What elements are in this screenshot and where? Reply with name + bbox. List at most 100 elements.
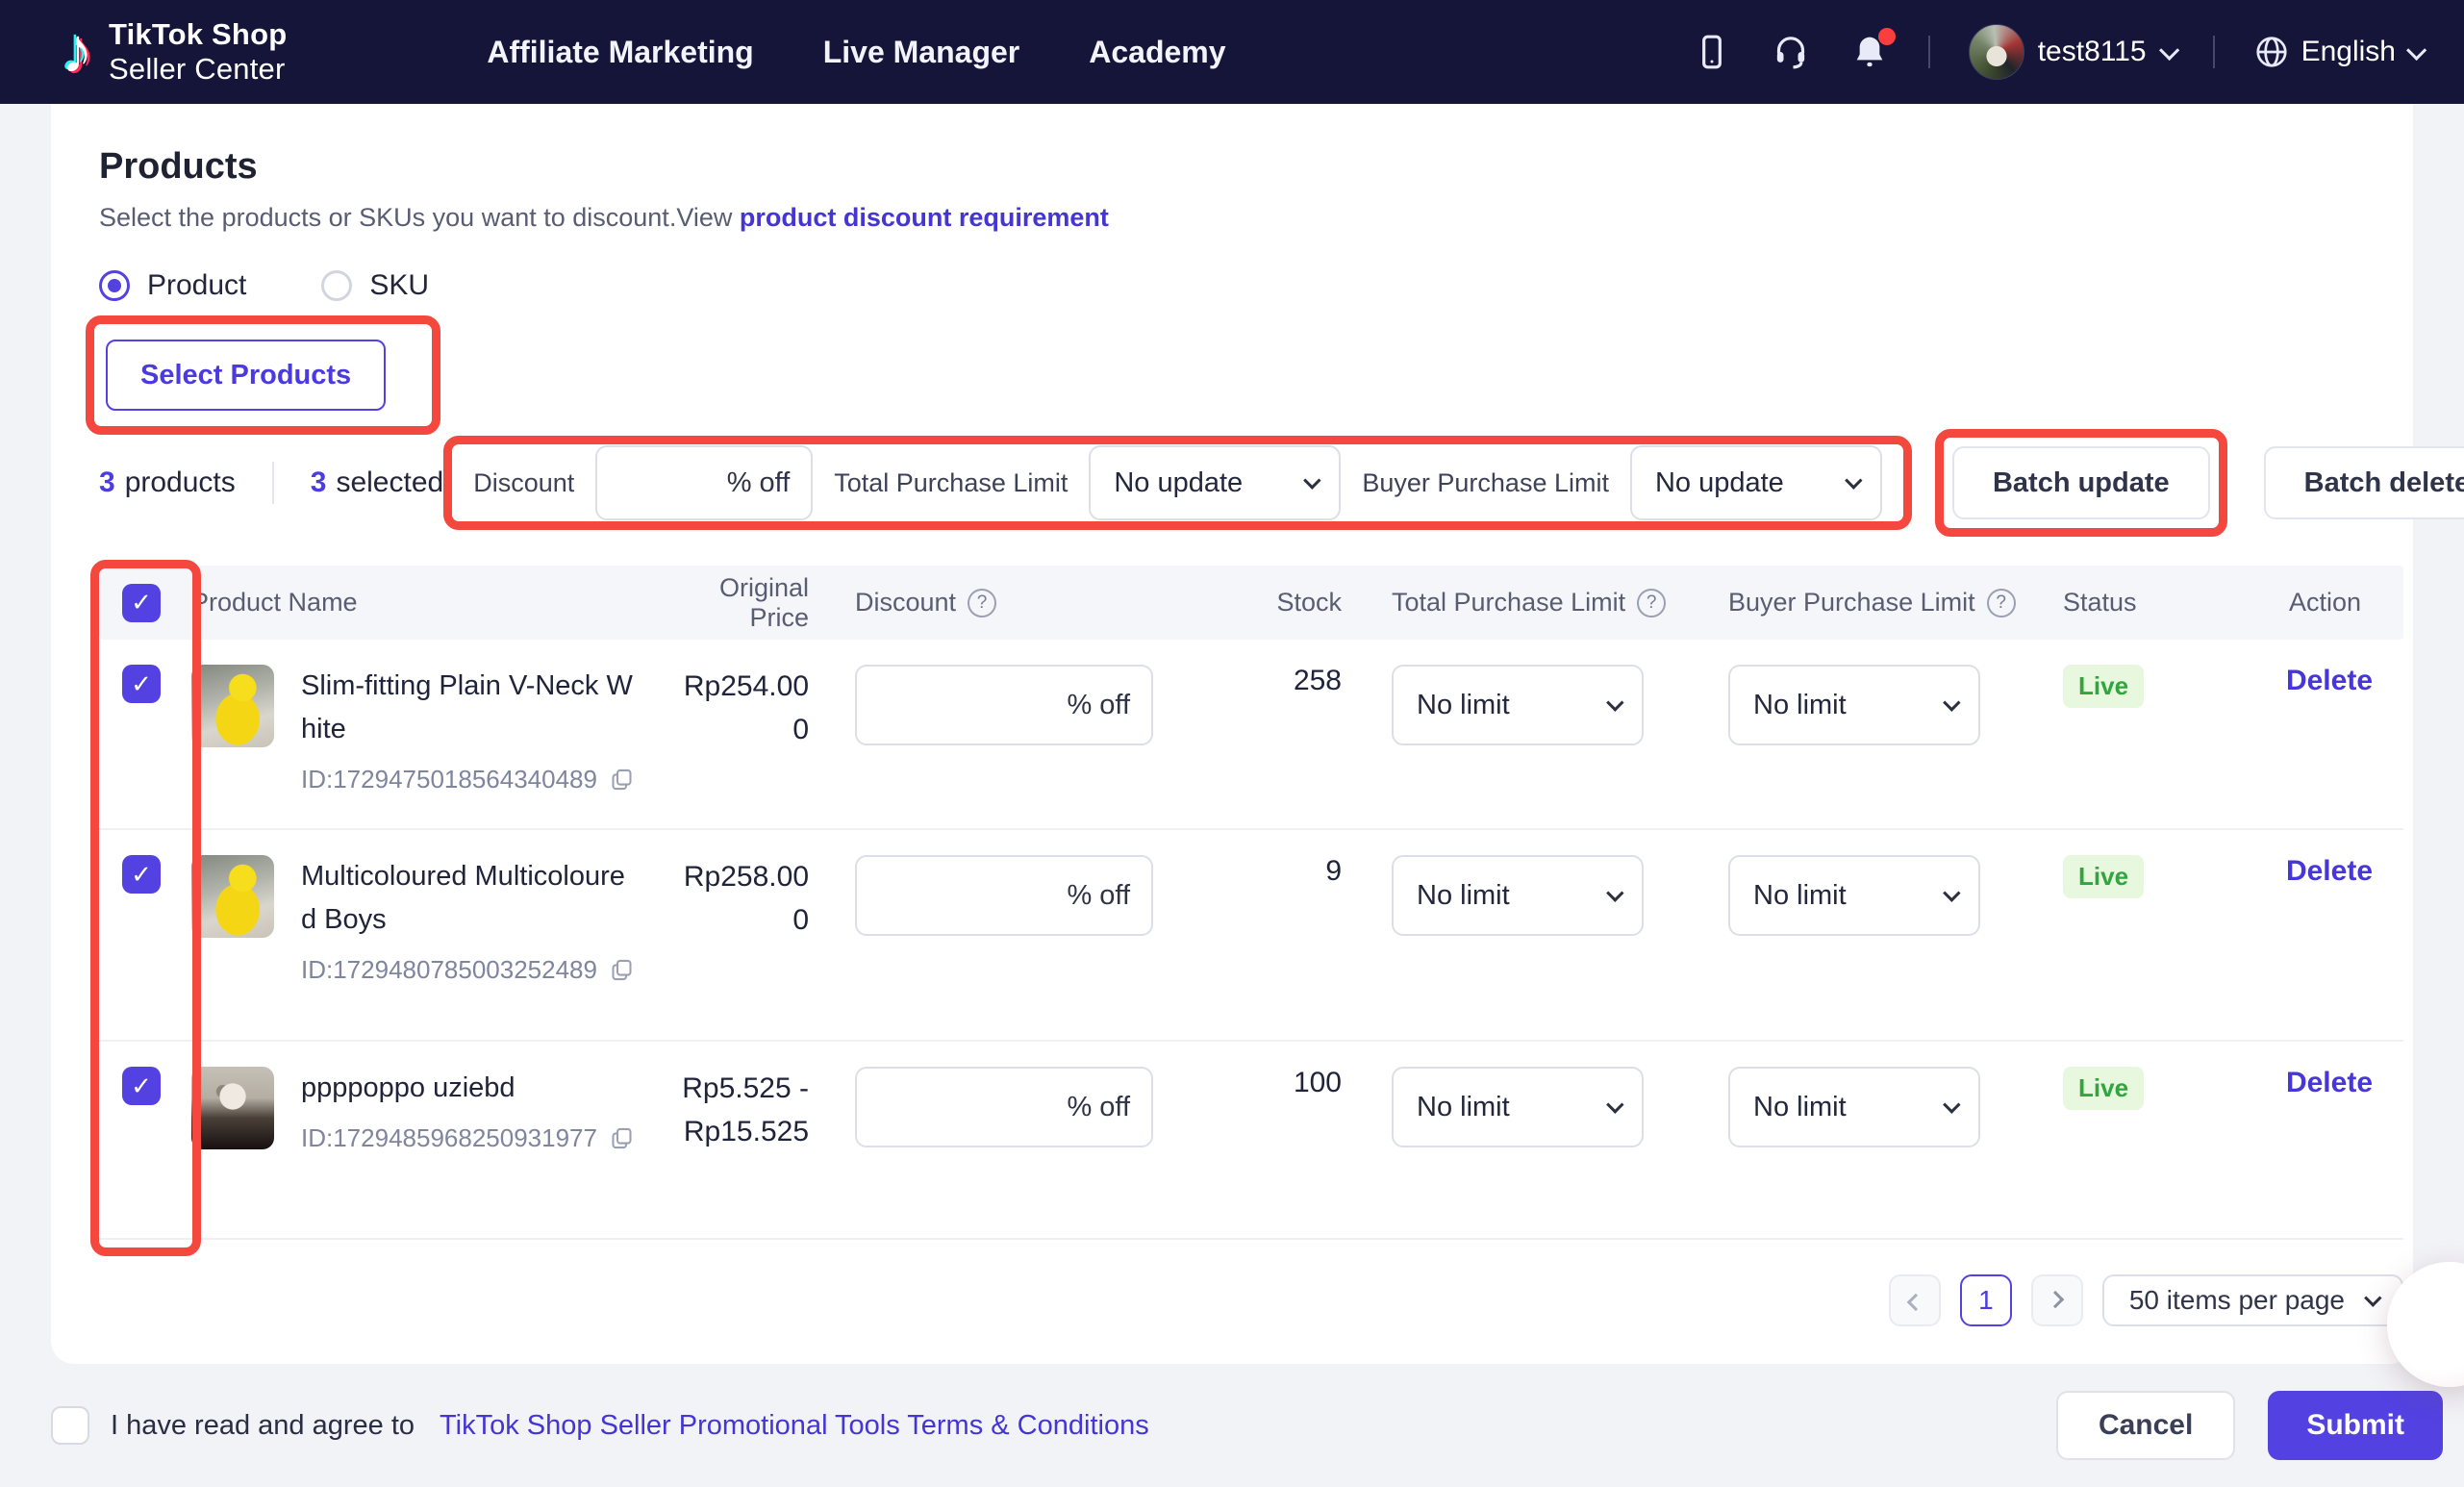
stock-value: 9 — [1325, 855, 1342, 887]
footer-bar: I have read and agree to TikTok Shop Sel… — [0, 1364, 2464, 1487]
annotation-select-products: Select Products — [86, 315, 441, 435]
chevron-down-icon — [1943, 883, 1961, 902]
product-id: ID:1729475018564340489 — [301, 764, 597, 794]
radio-sku-label: SKU — [369, 269, 430, 301]
mobile-app-icon[interactable] — [1692, 32, 1732, 72]
chevron-down-icon — [1606, 1095, 1624, 1114]
row-discount-input[interactable]: % off — [855, 1067, 1153, 1147]
submit-button[interactable]: Submit — [2268, 1391, 2443, 1460]
nav-link-academy[interactable]: Academy — [1089, 35, 1225, 70]
radio-sku-circle[interactable] — [321, 270, 353, 301]
radio-product[interactable]: Product — [99, 269, 246, 302]
buyer-purchase-limit-help-icon[interactable]: ? — [1986, 588, 2016, 617]
chevron-down-icon — [2364, 1288, 2382, 1307]
header-select-all-cell: ✓ — [99, 583, 191, 622]
batch-discount-input-field[interactable] — [618, 466, 727, 499]
selected-count-number: 3 — [310, 466, 327, 498]
original-price: Rp258.000 — [683, 861, 809, 936]
product-discount-requirement-link[interactable]: product discount requirement — [740, 203, 1109, 232]
row-checkbox[interactable]: ✓ — [122, 1067, 161, 1105]
batch-buyer-purchase-limit-value: No update — [1654, 466, 1784, 498]
row-checkbox[interactable]: ✓ — [122, 665, 161, 703]
username: test8115 — [2037, 36, 2147, 67]
agree-checkbox[interactable] — [51, 1406, 89, 1445]
chevron-down-icon — [1943, 693, 1961, 712]
delete-link[interactable]: Delete — [2286, 855, 2403, 888]
status-badge: Live — [2063, 1067, 2145, 1111]
row-discount-input[interactable]: % off — [855, 665, 1153, 745]
row-discount-input-field[interactable] — [878, 1091, 1068, 1123]
cancel-button[interactable]: Cancel — [2055, 1391, 2236, 1460]
tiktok-note-icon: ♪ — [62, 14, 93, 86]
nav-link-live-manager[interactable]: Live Manager — [823, 35, 1020, 70]
next-page-button[interactable] — [2030, 1274, 2083, 1326]
delete-link[interactable]: Delete — [2286, 665, 2403, 697]
page-number-button[interactable]: 1 — [1959, 1274, 2012, 1326]
radio-sku[interactable]: SKU — [321, 269, 429, 302]
annotation-batch-update: Batch update — [1934, 429, 2227, 537]
select-products-button[interactable]: Select Products — [106, 340, 387, 411]
header-product-name: Product Name — [191, 588, 358, 617]
selection-mode-radios: Product SKU — [99, 269, 2403, 302]
page-subtitle: Select the products or SKUs you want to … — [99, 203, 2403, 233]
header-original-price: Original Price — [718, 572, 809, 632]
total-purchase-limit-help-icon[interactable]: ? — [1637, 588, 1667, 617]
nav-links: Affiliate Marketing Live Manager Academy — [487, 35, 1225, 70]
page-size-value: 50 items per page — [2128, 1285, 2345, 1315]
language-menu[interactable]: English — [2253, 34, 2427, 70]
batch-discount-input[interactable]: % off — [595, 445, 814, 520]
batch-total-purchase-limit-select[interactable]: No update — [1089, 445, 1342, 520]
previous-page-button[interactable] — [1888, 1274, 1941, 1326]
select-all-checkbox[interactable]: ✓ — [122, 583, 161, 622]
original-price: Rp254.000 — [683, 670, 809, 745]
controls-row: 3 products 3 selected Discount % off Tot… — [99, 429, 2464, 537]
header-status: Status — [2063, 588, 2137, 617]
notifications-bell-icon[interactable] — [1849, 28, 1896, 72]
products-table: ✓ Product Name Original Price Discount ?… — [90, 560, 2403, 1256]
product-name: Multicoloured Multicoloured Boys — [301, 861, 625, 935]
language-label: English — [2301, 36, 2396, 67]
batch-update-button[interactable]: Batch update — [1951, 446, 2210, 519]
row-total-purchase-limit-select[interactable]: No limit — [1392, 665, 1644, 745]
counts-divider — [271, 462, 274, 504]
nav-link-affiliate-marketing[interactable]: Affiliate Marketing — [487, 35, 753, 70]
discount-help-icon[interactable]: ? — [968, 588, 997, 617]
brand-logo[interactable]: ♪ TikTok Shop Seller Center — [62, 17, 287, 88]
chevron-right-icon — [2047, 1290, 2065, 1308]
table-row: ✓ Slim-fitting Plain V-Neck White ID:172… — [99, 640, 2403, 830]
terms-and-conditions-link[interactable]: TikTok Shop Seller Promotional Tools Ter… — [440, 1410, 1149, 1442]
row-buyer-purchase-limit-select[interactable]: No limit — [1728, 665, 1980, 745]
terms-agreement: I have read and agree to TikTok Shop Sel… — [51, 1406, 1149, 1445]
header-buyer-purchase-limit: Buyer Purchase Limit ? — [1692, 588, 2028, 617]
brand-line2: Seller Center — [109, 52, 286, 86]
brand-text: TikTok Shop Seller Center — [109, 17, 287, 88]
header-total-purchase-limit: Total Purchase Limit ? — [1355, 588, 1692, 617]
row-total-purchase-limit-select[interactable]: No limit — [1392, 1067, 1644, 1147]
batch-delete-button[interactable]: Batch delete — [2263, 446, 2464, 519]
batch-discount-suffix: % off — [726, 466, 791, 498]
row-buyer-purchase-limit-select[interactable]: No limit — [1728, 855, 1980, 936]
row-checkbox[interactable]: ✓ — [122, 855, 161, 894]
footer-actions: Cancel Submit — [2055, 1391, 2443, 1460]
row-discount-input-field[interactable] — [878, 879, 1068, 912]
table-row: ✓ ppppoppo uziebd ID:1729485968250931977… — [99, 1042, 2403, 1240]
original-price: Rp5.525 - Rp15.525 — [682, 1072, 809, 1147]
copy-icon[interactable] — [609, 1125, 635, 1151]
header-stock: Stock — [1276, 588, 1342, 617]
row-total-purchase-limit-select[interactable]: No limit — [1392, 855, 1644, 936]
annotation-batch-controls: Discount % off Total Purchase Limit No u… — [443, 436, 1912, 530]
batch-buyer-purchase-limit-select[interactable]: No update — [1629, 445, 1882, 520]
chevron-down-icon — [2158, 39, 2179, 61]
user-menu[interactable]: test8115 — [1968, 24, 2179, 80]
delete-link[interactable]: Delete — [2286, 1067, 2403, 1099]
row-buyer-purchase-limit-select[interactable]: No limit — [1728, 1067, 1980, 1147]
support-headset-icon[interactable] — [1771, 32, 1811, 72]
page-size-select[interactable]: 50 items per page — [2101, 1274, 2403, 1326]
radio-product-circle[interactable] — [99, 270, 130, 301]
copy-icon[interactable] — [609, 767, 635, 793]
row-discount-input[interactable]: % off — [855, 855, 1153, 936]
row-discount-suffix: % off — [1067, 689, 1130, 720]
row-discount-input-field[interactable] — [878, 689, 1068, 721]
status-badge: Live — [2063, 855, 2145, 899]
copy-icon[interactable] — [609, 957, 635, 983]
